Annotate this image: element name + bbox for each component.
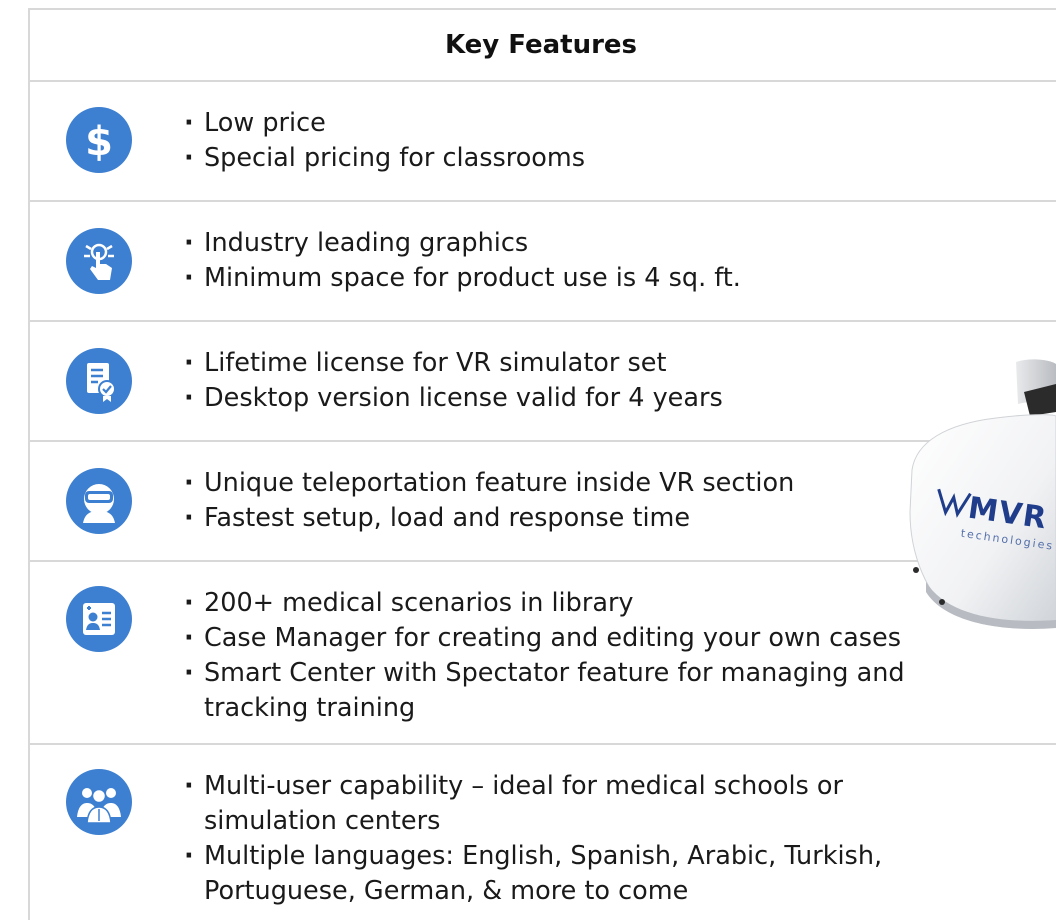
list-item: Case Manager for creating and editing yo… — [184, 621, 1004, 656]
feature-row-graphics: Industry leading graphics Minimum space … — [30, 202, 1056, 322]
list-item: Multi-user capability – ideal for medica… — [184, 769, 984, 839]
dollar-icon: $ — [66, 107, 132, 173]
feature-list-pricing: Low price Special pricing for classrooms — [184, 106, 1056, 176]
list-item: Low price — [184, 106, 1056, 141]
list-item: Smart Center with Spectator feature for … — [184, 656, 964, 726]
key-features-table: Key Features $ Low price Special pricing… — [28, 8, 1056, 920]
list-item: Minimum space for product use is 4 sq. f… — [184, 261, 1056, 296]
license-certificate-icon — [66, 348, 132, 414]
feature-row-teleportation: Unique teleportation feature inside VR s… — [30, 442, 1056, 562]
list-item: Multiple languages: English, Spanish, Ar… — [184, 839, 1004, 909]
table-header: Key Features — [30, 10, 1056, 82]
vr-headset-user-icon — [66, 468, 132, 534]
feature-row-pricing: $ Low price Special pricing for classroo… — [30, 82, 1056, 202]
list-item: Special pricing for classrooms — [184, 141, 1056, 176]
feature-list-scenarios: 200+ medical scenarios in library Case M… — [184, 586, 1004, 726]
touch-graphics-icon — [66, 228, 132, 294]
medical-id-card-icon — [66, 586, 132, 652]
feature-list-graphics: Industry leading graphics Minimum space … — [184, 226, 1056, 296]
svg-text:$: $ — [85, 119, 113, 163]
medical-team-icon — [66, 769, 132, 835]
table-title: Key Features — [444, 30, 638, 60]
features-page: Key Features $ Low price Special pricing… — [0, 0, 1056, 920]
feature-list-multi-user: Multi-user capability – ideal for medica… — [184, 769, 1004, 909]
list-item: Industry leading graphics — [184, 226, 1056, 261]
feature-row-multi-user: Multi-user capability – ideal for medica… — [30, 745, 1056, 920]
feature-row-license: Lifetime license for VR simulator set De… — [30, 322, 1056, 442]
feature-row-scenarios: 200+ medical scenarios in library Case M… — [30, 562, 1056, 745]
vr-headset-product-image: MVR technologies — [906, 352, 1056, 632]
list-item: 200+ medical scenarios in library — [184, 586, 1004, 621]
